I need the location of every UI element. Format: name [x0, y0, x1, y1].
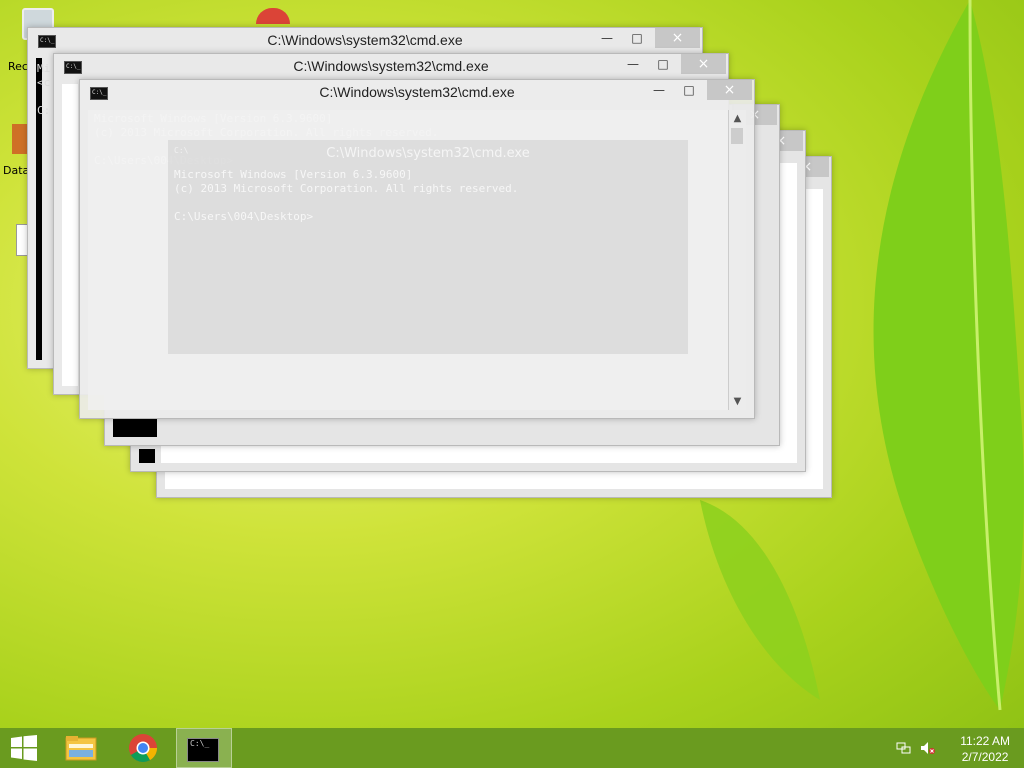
chrome-desktop-icon[interactable] [256, 8, 290, 24]
cmd-taskbar-button[interactable]: C:\_ [176, 728, 232, 768]
chrome-taskbar-button[interactable] [118, 728, 168, 768]
scroll-thumb[interactable] [731, 128, 743, 144]
close-button[interactable]: × [707, 80, 752, 100]
minimize-button[interactable]: — [620, 54, 646, 74]
ghost-cmd-icon: C:\ [174, 146, 189, 155]
close-button[interactable]: × [655, 28, 700, 48]
vertical-scrollbar[interactable]: ▲ ▼ [728, 110, 746, 410]
title-bar[interactable]: C:\_ C:\Windows\system32\cmd.exe — □ × [80, 80, 754, 104]
minimize-button[interactable]: — [646, 80, 672, 100]
scroll-down-arrow[interactable]: ▼ [729, 393, 746, 410]
minimize-button[interactable]: — [594, 28, 620, 48]
recycle-bin-label[interactable]: Rec [8, 60, 28, 73]
ghost-title: C:\Windows\system32\cmd.exe [326, 146, 530, 161]
console-area[interactable]: Mi <c C: [36, 58, 50, 360]
scroll-up-arrow[interactable]: ▲ [729, 110, 746, 127]
ghost-window-overlay: C:\Windows\system32\cmd.exe C:\ Microsof… [168, 140, 688, 354]
cmd-taskbar-icon: C:\_ [187, 738, 219, 762]
console-edge [113, 419, 157, 437]
maximize-button[interactable]: □ [624, 28, 650, 48]
windows-logo-icon [11, 735, 37, 761]
folder-icon [65, 736, 97, 761]
console-edge [139, 449, 155, 463]
network-icon[interactable] [896, 741, 912, 755]
clock-date: 2/7/2022 [961, 750, 1009, 764]
clock-time: 11:22 AM [960, 734, 1010, 748]
volume-muted-icon[interactable] [920, 741, 936, 755]
start-button[interactable] [0, 728, 48, 768]
close-button[interactable]: × [681, 54, 726, 74]
cmd-window-front[interactable]: C:\_ C:\Windows\system32\cmd.exe — □ × M… [79, 79, 755, 419]
ghost-console-text: Microsoft Windows [Version 6.3.9600] (c)… [174, 168, 519, 223]
system-tray: 11:22 AM 2/7/2022 [884, 728, 1024, 768]
title-bar[interactable]: C:\_ C:\Windows\system32\cmd.exe — □ × [28, 28, 702, 52]
console-area[interactable]: Microsoft Windows [Version 6.3.9600] (c)… [88, 110, 746, 410]
chrome-icon [129, 734, 157, 762]
clock[interactable]: 11:22 AM 2/7/2022 [960, 733, 1010, 765]
maximize-button[interactable]: □ [650, 54, 676, 74]
title-bar[interactable]: C:\_ C:\Windows\system32\cmd.exe — □ × [54, 54, 728, 78]
maximize-button[interactable]: □ [676, 80, 702, 100]
console-area[interactable] [62, 84, 78, 386]
taskbar: C:\_ 11:22 AM 2/7/2022 [0, 728, 1024, 768]
data-shortcut-label[interactable]: Data [3, 164, 29, 177]
file-explorer-button[interactable] [56, 728, 106, 768]
